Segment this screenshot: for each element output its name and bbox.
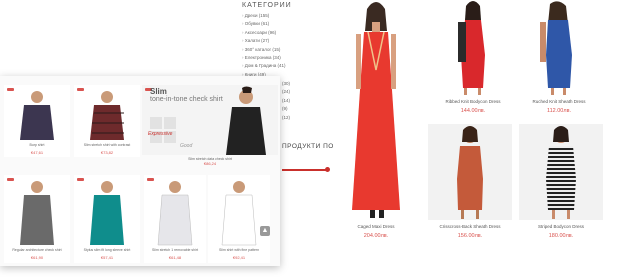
dress-photo [457,126,483,219]
product-price: €61,90 [30,255,44,260]
price-slider-handle[interactable] [325,167,330,172]
product-card-dress[interactable]: Crisscross-Back Sheath Dress 156.00лв. [428,124,512,242]
product-price: 180.00лв. [548,233,574,239]
product-price: €92,41 [232,255,246,260]
category-item[interactable]: Халати (27) [242,37,286,45]
banner-brand: Expressive [148,131,173,137]
category-item[interactable]: Аксесоари (96) [242,29,286,37]
product-name[interactable]: Striped Bodycon Dress [519,224,603,229]
category-item[interactable]: 360° каталог (15) [242,46,286,54]
product-card-shirt[interactable]: Slim stretch shirt with contrast €73,82 [74,85,140,157]
shirt-photo [157,181,193,246]
scroll-up-icon[interactable]: ▲ [260,226,270,236]
product-card-dress[interactable]: Caged Maxi Dress 204.00лв. [338,0,414,242]
category-item[interactable]: Дрехи (155) [242,12,286,20]
banner-subtitle: tone-in-tone check shirt [150,96,223,103]
dress-photo [546,126,576,219]
category-count[interactable]: (24) [282,88,290,96]
product-price: 204.00лв. [363,233,389,239]
product-card-shirt[interactable]: Burp shirt €47,61 [4,85,70,157]
product-name[interactable]: Slim stretch shirt with contrast [74,143,140,147]
promo-banner[interactable]: Slim tone-in-tone check shirt Expressive… [142,85,278,155]
category-count[interactable]: (9) [282,105,290,113]
dress-photo [458,1,485,95]
product-card-shirt[interactable]: Slim shirt with fine pattern €92,41 [208,175,270,263]
category-counts-partial: (30) (24) (14) (9) (12) [282,80,290,122]
product-price: €73,82 [100,150,114,155]
category-count[interactable]: (14) [282,97,290,105]
categories-heading: КАТЕГОРИИ [242,2,292,9]
categories-list: Дрехи (155) Обувки (61) Аксесоари (96) Х… [242,12,286,79]
product-name[interactable]: Stylus slim fit long sleeve shirt [74,248,140,252]
product-price: €47,61 [30,150,44,155]
category-item[interactable]: Дом & Градина (41) [242,62,286,70]
product-card-shirt[interactable]: Slim stretch 1 removable shirt €61,48 [144,175,206,263]
shirt-photo [90,181,124,245]
product-card-shirt[interactable]: Regular architecture check shirt €61,90 [4,175,70,263]
product-name[interactable]: Slim shirt with fine pattern [208,248,270,252]
dress-photo [352,2,400,218]
product-price: 112.00лв. [546,108,572,114]
shirt-photo [20,181,54,245]
banner-sign: Good [180,143,193,149]
product-card-dress[interactable]: Ruched Knit Sheath Dress 112.00лв. [524,0,594,118]
product-name[interactable]: Caged Maxi Dress [338,224,414,229]
product-name[interactable]: Slim stretch 1 removable shirt [144,248,206,252]
shirt-photo [90,91,124,140]
banner-caption: Slim stretch data check shirt €86,24 [142,157,278,166]
category-count[interactable]: (12) [282,114,290,122]
product-name[interactable]: Burp shirt [4,143,70,147]
price-filter-label: ПРОДУКТИ ПО [282,143,334,150]
product-price: 144.00лв. [460,108,486,114]
shirt-photo [20,91,54,140]
product-name[interactable]: Ruched Knit Sheath Dress [524,99,594,104]
shirt-photo [221,181,257,246]
product-price: 156.00лв. [457,233,483,239]
product-card-dress[interactable]: Ribbed Knit Bodycon Dress 144.00лв. [438,0,508,118]
product-price: €86,24 [203,161,217,166]
category-count[interactable]: (30) [282,80,290,88]
product-price: €57,41 [100,255,114,260]
category-item[interactable]: Обувки (61) [242,20,286,28]
product-name[interactable]: Crisscross-Back Sheath Dress [428,224,512,229]
product-price: €61,48 [168,255,182,260]
dress-photo [540,1,572,95]
price-slider-track[interactable] [282,169,328,171]
product-name[interactable]: Ribbed Knit Bodycon Dress [438,99,508,104]
banner-title: Slim [150,87,167,96]
category-item[interactable]: Електроника (34) [242,54,286,62]
product-card-dress[interactable]: Striped Bodycon Dress 180.00лв. [519,124,603,242]
model-photo [226,86,266,155]
product-card-shirt[interactable]: Stylus slim fit long sleeve shirt €57,41 [74,175,140,263]
product-name[interactable]: Regular architecture check shirt [4,248,70,252]
